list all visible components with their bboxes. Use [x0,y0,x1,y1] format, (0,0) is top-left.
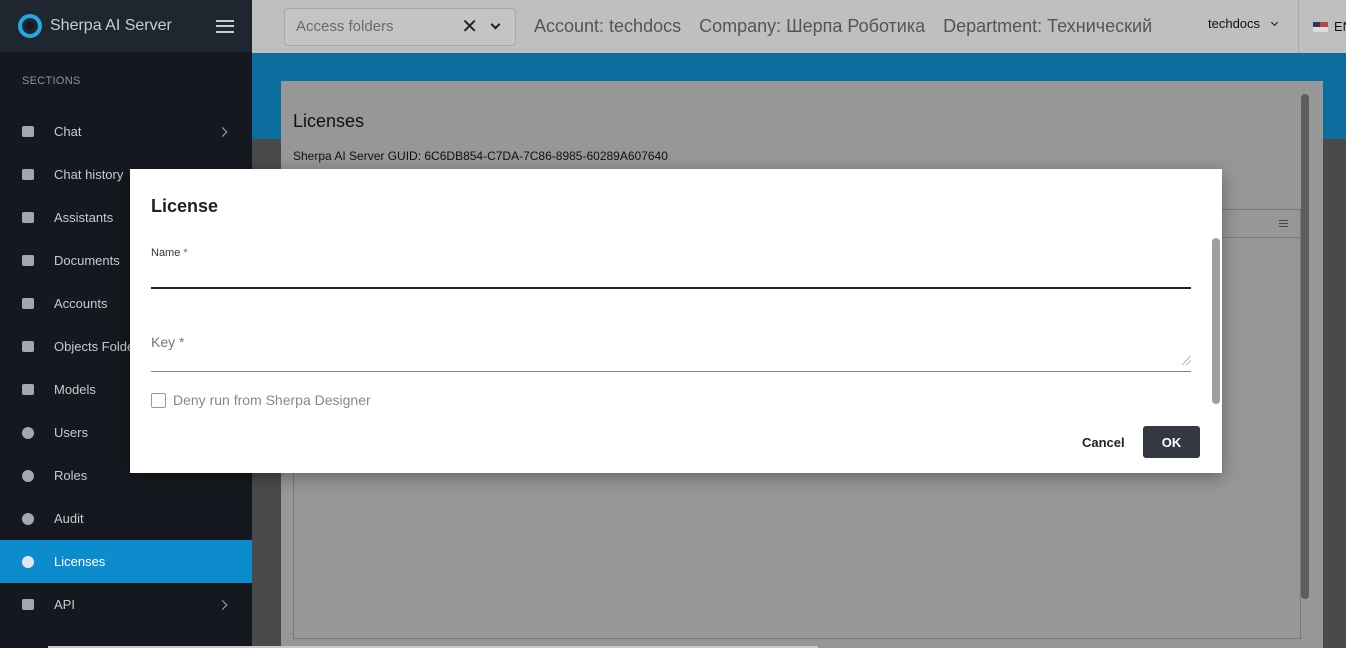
language-selector[interactable]: EN [1298,0,1346,53]
name-field[interactable] [151,263,1191,289]
sidebar-item-label: Roles [54,468,88,483]
sidebar-item-licenses[interactable]: Licenses [0,540,252,583]
column-menu-icon[interactable] [1279,220,1288,227]
user-menu[interactable]: techdocs [1208,16,1279,31]
sidebar-item-label: Models [54,382,96,397]
assistant-icon [22,212,34,223]
sidebar-item-api[interactable]: API [0,583,252,626]
license-dialog: License Name * Key * Deny run from Sherp… [130,169,1222,473]
sidebar-item-chat[interactable]: Chat [0,110,252,153]
ok-button[interactable]: OK [1143,426,1200,458]
sidebar-item-label: Licenses [54,554,106,569]
api-icon [22,599,34,610]
company-info: Company: Шерпа Роботика [699,16,926,36]
chat-history-icon [22,169,34,180]
clear-icon[interactable]: ✕ [461,14,478,39]
sections-title: SECTIONS [22,75,81,87]
user-name: techdocs [1208,16,1261,31]
deny-designer-checkbox[interactable] [151,392,166,408]
gear-logo-icon [18,14,42,38]
chevron-right-icon [217,599,228,610]
sidebar-item-label: Chat history [54,167,124,182]
page-title: Licenses [293,111,365,131]
sidebar-item-label: Audit [54,511,84,526]
chevron-right-icon [217,126,228,137]
key-field[interactable] [151,354,1191,372]
chat-icon [22,126,34,137]
sidebar-item-label: Accounts [54,296,108,311]
us-flag-icon [1313,21,1328,32]
sidebar-item-label: Users [54,425,88,440]
info-icon [22,512,34,525]
required-mark: * [183,247,188,259]
role-icon [22,469,34,482]
dialog-title: License [151,196,219,216]
access-folders-select[interactable]: Access folders ✕ [284,7,516,46]
sidebar-item-label: Documents [54,253,120,268]
department-info: Department: Технический [943,16,1153,36]
server-guid: Sherpa AI Server GUID: 6C6DB854-C7DA-7C8… [293,149,668,163]
name-label-text: Name [151,247,181,259]
chevron-down-icon[interactable] [490,19,501,30]
resize-handle-icon[interactable] [1182,356,1191,365]
top-bar: Access folders ✕ Account: techdocs Compa… [252,0,1346,53]
chevron-down-icon [1271,18,1279,26]
sidebar-item-label: Assistants [54,210,114,225]
info-icon [22,555,34,568]
folder-icon [22,255,34,266]
dialog-scrollbar[interactable] [1212,238,1220,404]
sidebar-header: Sherpa AI Server [0,0,252,52]
deny-designer-label: Deny run from Sherpa Designer [173,392,371,408]
sidebar-item-label: API [54,597,75,612]
sidebar-item-label: Chat [54,124,82,139]
access-folders-placeholder: Access folders [296,18,394,35]
sidebar-item-audit[interactable]: Audit [0,497,252,540]
user-icon [22,426,34,439]
page-scrollbar[interactable] [1301,94,1309,599]
hamburger-menu-icon[interactable] [216,19,234,33]
folder-icon [22,341,34,352]
app-title: Sherpa AI Server [50,17,172,34]
account-info: Account: techdocs [534,16,682,36]
cancel-button[interactable]: Cancel [1068,426,1139,458]
puzzle-icon [22,384,34,395]
deny-designer-option[interactable]: Deny run from Sherpa Designer [151,392,371,408]
key-label: Key * [151,334,185,350]
name-label: Name * [151,247,188,259]
account-card-icon [22,298,34,309]
language-code: EN [1334,19,1346,34]
